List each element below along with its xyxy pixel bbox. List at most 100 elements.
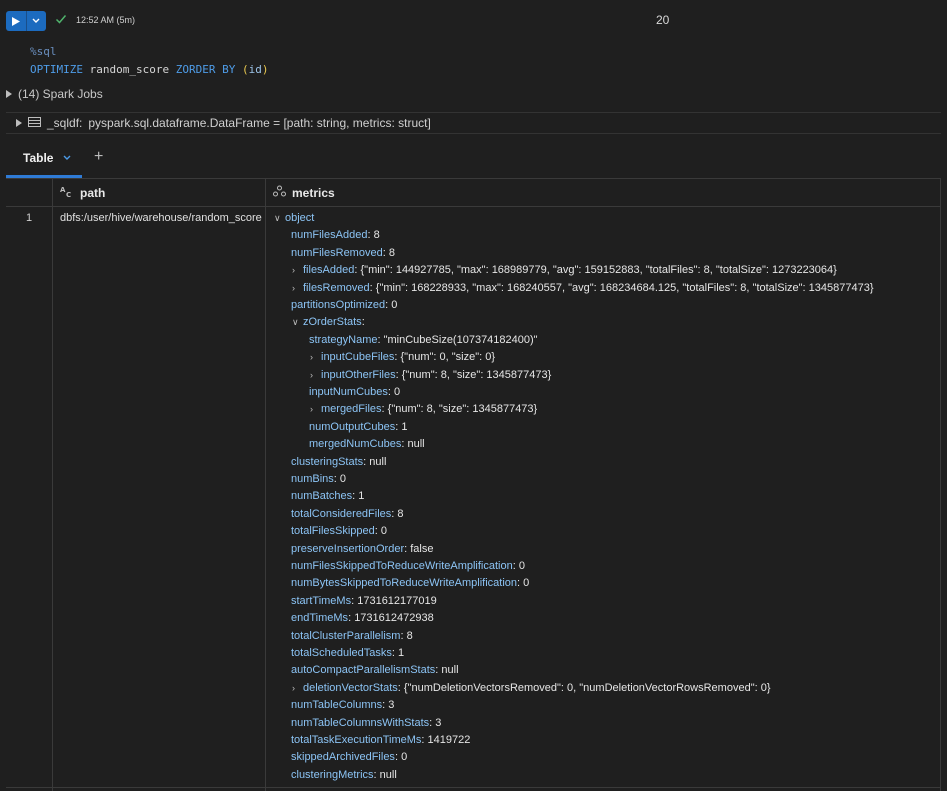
metrics-key: numOutputCubes [309, 420, 396, 433]
metrics-value: 8 [397, 507, 404, 520]
chevron-right-icon[interactable]: › [310, 367, 321, 384]
metrics-field: mergedNumCubes: null [309, 438, 425, 451]
metrics-value: {"numDeletionVectorsRemoved": 0, "numDel… [403, 681, 771, 694]
metrics-field: numFilesRemoved: 8 [291, 246, 395, 259]
run-timestamp: 12:52 AM (5m) [76, 15, 136, 25]
metrics-key: filesRemoved [303, 281, 370, 294]
play-icon[interactable] [6, 11, 27, 31]
column-header-metrics-label: metrics [292, 185, 335, 200]
chevron-right-icon[interactable]: › [310, 349, 321, 366]
metrics-key: zOrderStats [303, 316, 362, 329]
metrics-value: null [407, 438, 425, 451]
metrics-key: filesAdded [303, 264, 355, 277]
metrics-value: 0 [518, 560, 525, 572]
metrics-field: preserveInsertionOrder: false [291, 542, 434, 555]
metrics-field: clusteringMetrics: null [291, 768, 397, 781]
add-visualization-icon[interactable]: + [94, 148, 103, 166]
metrics-key: numFilesAdded [291, 229, 368, 242]
metrics-field: totalTaskExecutionTimeMs: 1419722 [291, 734, 471, 746]
chevron-right-icon[interactable]: › [292, 280, 303, 297]
column-header-path-label: path [80, 185, 106, 200]
table-icon [28, 116, 41, 130]
table-bottom-border [6, 787, 941, 788]
column-divider [940, 179, 941, 791]
metrics-value: 0 [380, 525, 388, 538]
metrics-value: {"min": 144927785, "max": 168989779, "av… [360, 264, 837, 277]
metrics-value: 8 [373, 229, 380, 242]
metrics-field[interactable]: › deletionVectorStats: {"numDeletionVecto… [292, 680, 771, 697]
metrics-field: numBatches: 1 [291, 490, 365, 503]
metrics-value: {"num": 0, "size": 0} [400, 351, 496, 364]
metrics-field: numTableColumns: 3 [291, 699, 395, 712]
metrics-field[interactable]: › inputOtherFiles: {"num": 8, "size": 134… [310, 367, 551, 384]
chevron-down-icon[interactable]: ∨ [274, 210, 285, 227]
metrics-key: numTableColumns [291, 699, 383, 712]
spark-jobs-toggle[interactable]: (14) Spark Jobs [6, 87, 103, 101]
metrics-key: numBytesSkippedToReduceWriteAmplificatio… [291, 577, 518, 590]
metrics-field: clusteringStats: null [291, 455, 387, 468]
metrics-value: 3 [388, 699, 395, 712]
struct-type-icon [273, 185, 286, 200]
metrics-value: 0 [523, 577, 530, 590]
metrics-value: 0 [401, 751, 408, 764]
metrics-value: null [369, 455, 387, 468]
metrics-key: totalConsideredFiles [291, 507, 392, 520]
table-header [6, 179, 941, 207]
column-divider [265, 179, 266, 791]
sql-keyword-optimize: OPTIMIZE [30, 63, 83, 76]
chevron-down-icon[interactable]: ∨ [292, 314, 303, 331]
metrics-field: autoCompactParallelismStats: null [291, 664, 459, 677]
chevron-right-icon[interactable]: › [292, 262, 303, 279]
metrics-field[interactable]: › filesRemoved: {"min": 168228933, "max":… [292, 280, 874, 297]
metrics-value: null [379, 768, 397, 781]
chevron-down-icon[interactable] [63, 152, 71, 164]
dataframe-schema-row[interactable]: _sqldf: pyspark.sql.dataframe.DataFrame … [6, 112, 941, 134]
metrics-key: clusteringMetrics [291, 768, 374, 781]
metrics-key: inputCubeFiles [321, 351, 395, 364]
sql-table-name: random_score [89, 63, 170, 76]
metrics-key: inputOtherFiles [321, 368, 396, 381]
metrics-field: partitionsOptimized: 0 [291, 299, 398, 311]
run-options-chevron-icon[interactable] [27, 11, 47, 31]
metrics-field[interactable]: › filesAdded: {"min": 144927785, "max": 1… [292, 262, 837, 279]
metrics-value: {"num": 8, "size": 1345877473} [387, 403, 538, 416]
metrics-key: clusteringStats [291, 455, 364, 468]
metrics-key: totalTaskExecutionTimeMs [291, 734, 422, 746]
tab-table[interactable]: Table [6, 140, 82, 178]
sql-keyword-zorder: ZORDER BY [175, 63, 236, 76]
metrics-value: {"min": 168228933, "max": 168240557, "av… [375, 281, 874, 294]
metrics-value: 8 [406, 629, 413, 642]
metrics-field: totalFilesSkipped: 0 [291, 525, 388, 538]
magic-command: %sql [30, 45, 57, 58]
metrics-value: 0 [391, 299, 398, 311]
metrics-field[interactable]: › mergedFiles: {"num": 8, "size": 1345877… [310, 401, 537, 418]
metrics-field: numOutputCubes: 1 [309, 420, 408, 433]
metrics-field[interactable]: ∨ zOrderStats: [292, 314, 365, 331]
results-table: AC path metrics 1 dbfs:/user/hive/wareho… [6, 178, 941, 791]
metrics-value: null [441, 664, 459, 677]
metrics-value: 1731612472938 [354, 612, 434, 625]
metrics-value: 1 [398, 647, 405, 659]
metrics-object-node[interactable]: ∨ object [274, 210, 314, 227]
run-cell-button[interactable] [6, 11, 46, 31]
metrics-key: object [285, 212, 315, 224]
metrics-key: totalClusterParallelism [291, 629, 401, 642]
metrics-value: 3 [435, 716, 442, 729]
metrics-field[interactable]: › inputCubeFiles: {"num": 0, "size": 0} [310, 349, 495, 366]
svg-text:C: C [66, 191, 71, 197]
column-header-metrics[interactable]: metrics [273, 179, 335, 206]
metrics-key: mergedNumCubes [309, 438, 402, 451]
expand-right-icon [6, 87, 12, 101]
metrics-key: numTableColumnsWithStats [291, 716, 430, 729]
metrics-key: startTimeMs [291, 594, 352, 607]
sql-open-paren: ( [241, 63, 249, 76]
dataframe-type: pyspark.sql.dataframe.DataFrame = [path:… [88, 116, 431, 130]
metrics-key: preserveInsertionOrder [291, 542, 405, 555]
code-editor[interactable]: %sql OPTIMIZE random_score ZORDER BY (id… [30, 43, 268, 79]
chevron-right-icon[interactable]: › [292, 680, 303, 697]
chevron-right-icon[interactable]: › [310, 401, 321, 418]
column-header-path[interactable]: AC path [60, 179, 105, 206]
metrics-key: mergedFiles [321, 403, 382, 416]
metrics-value: false [410, 542, 434, 555]
metrics-value: 0 [339, 473, 347, 485]
